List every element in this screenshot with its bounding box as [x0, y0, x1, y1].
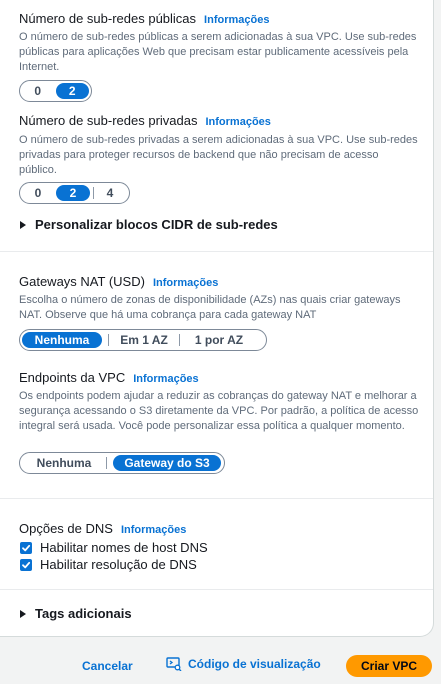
- dns-resolution-checkbox[interactable]: [20, 558, 32, 571]
- public-subnets-label: Número de sub-redes públicas: [19, 11, 197, 26]
- preview-code-label: Código de visualização: [188, 657, 321, 671]
- vpc-endpoints-description: Os endpoints podem ajudar a reduzir as c…: [19, 390, 419, 432]
- vpc-settings-panel: Número de sub-redes públicas Informações …: [0, 0, 434, 637]
- public-subnets-option-2[interactable]: 2: [55, 83, 89, 99]
- additional-tags-label: Tags adicionais: [35, 606, 132, 621]
- nat-gateways-description: Escolha o número de zonas de disponibili…: [19, 294, 401, 321]
- private-subnets-label: Número de sub-redes privadas: [19, 113, 198, 128]
- check-icon: [22, 544, 31, 551]
- private-subnets-info-link[interactable]: Informações: [205, 116, 270, 128]
- dns-options-heading: Opções de DNS Informações: [19, 521, 186, 538]
- dns-hostnames-option[interactable]: Habilitar nomes de host DNS: [20, 540, 208, 555]
- endpoint-option-s3-gateway[interactable]: Gateway do S3: [113, 455, 221, 471]
- segment-divider: [106, 457, 107, 469]
- nat-option-one-az[interactable]: Em 1 AZ: [109, 332, 179, 348]
- public-subnets-option-0[interactable]: 0: [22, 83, 54, 99]
- private-subnets-description: O número de sub-redes privadas a serem a…: [19, 134, 418, 176]
- check-icon: [22, 561, 31, 568]
- cancel-button[interactable]: Cancelar: [82, 659, 133, 673]
- private-subnets-segmented-control: 0 2 4: [19, 182, 130, 204]
- section-divider: [0, 251, 433, 252]
- nat-gateways-label: Gateways NAT (USD): [19, 274, 145, 289]
- dns-hostnames-checkbox[interactable]: [20, 541, 32, 554]
- dns-options-label: Opções de DNS: [19, 521, 113, 536]
- nat-option-per-az[interactable]: 1 por AZ: [180, 332, 258, 348]
- dns-resolution-option[interactable]: Habilitar resolução de DNS: [20, 557, 197, 572]
- dns-options-info-link[interactable]: Informações: [121, 524, 186, 536]
- public-subnets-heading: Número de sub-redes públicas Informações: [19, 11, 269, 28]
- customize-cidr-label: Personalizar blocos CIDR de sub-redes: [35, 217, 278, 232]
- endpoint-option-none[interactable]: Nenhuma: [22, 455, 106, 471]
- customize-cidr-expander[interactable]: Personalizar blocos CIDR de sub-redes: [20, 217, 278, 232]
- code-preview-icon: [166, 657, 182, 671]
- preview-code-button[interactable]: Código de visualização: [166, 657, 321, 671]
- nat-gateways-segmented-control: Nenhuma Em 1 AZ 1 por AZ: [19, 329, 267, 351]
- private-subnets-option-2[interactable]: 2: [56, 185, 90, 201]
- nat-gateways-info-link[interactable]: Informações: [153, 277, 218, 289]
- dns-hostnames-label: Habilitar nomes de host DNS: [40, 540, 208, 555]
- section-divider: [0, 589, 433, 590]
- vpc-endpoints-info-link[interactable]: Informações: [133, 373, 198, 385]
- public-subnets-description: O número de sub-redes públicas a serem a…: [19, 31, 417, 73]
- nat-gateways-heading: Gateways NAT (USD) Informações: [19, 274, 218, 291]
- public-subnets-segmented-control: 0 2: [19, 80, 92, 102]
- caret-right-icon: [20, 609, 26, 618]
- private-subnets-option-0[interactable]: 0: [22, 185, 54, 201]
- caret-right-icon: [20, 220, 26, 229]
- vpc-endpoints-label: Endpoints da VPC: [19, 370, 126, 385]
- public-subnets-info-link[interactable]: Informações: [204, 14, 269, 26]
- vpc-endpoints-segmented-control: Nenhuma Gateway do S3: [19, 452, 225, 474]
- nat-option-none[interactable]: Nenhuma: [22, 332, 102, 348]
- private-subnets-option-4[interactable]: 4: [94, 185, 126, 201]
- dns-resolution-label: Habilitar resolução de DNS: [40, 557, 197, 572]
- create-vpc-button[interactable]: Criar VPC: [346, 655, 432, 677]
- section-divider: [0, 498, 433, 499]
- private-subnets-heading: Número de sub-redes privadas Informações: [19, 113, 271, 130]
- vpc-endpoints-heading: Endpoints da VPC Informações: [19, 370, 199, 387]
- additional-tags-expander[interactable]: Tags adicionais: [20, 606, 132, 621]
